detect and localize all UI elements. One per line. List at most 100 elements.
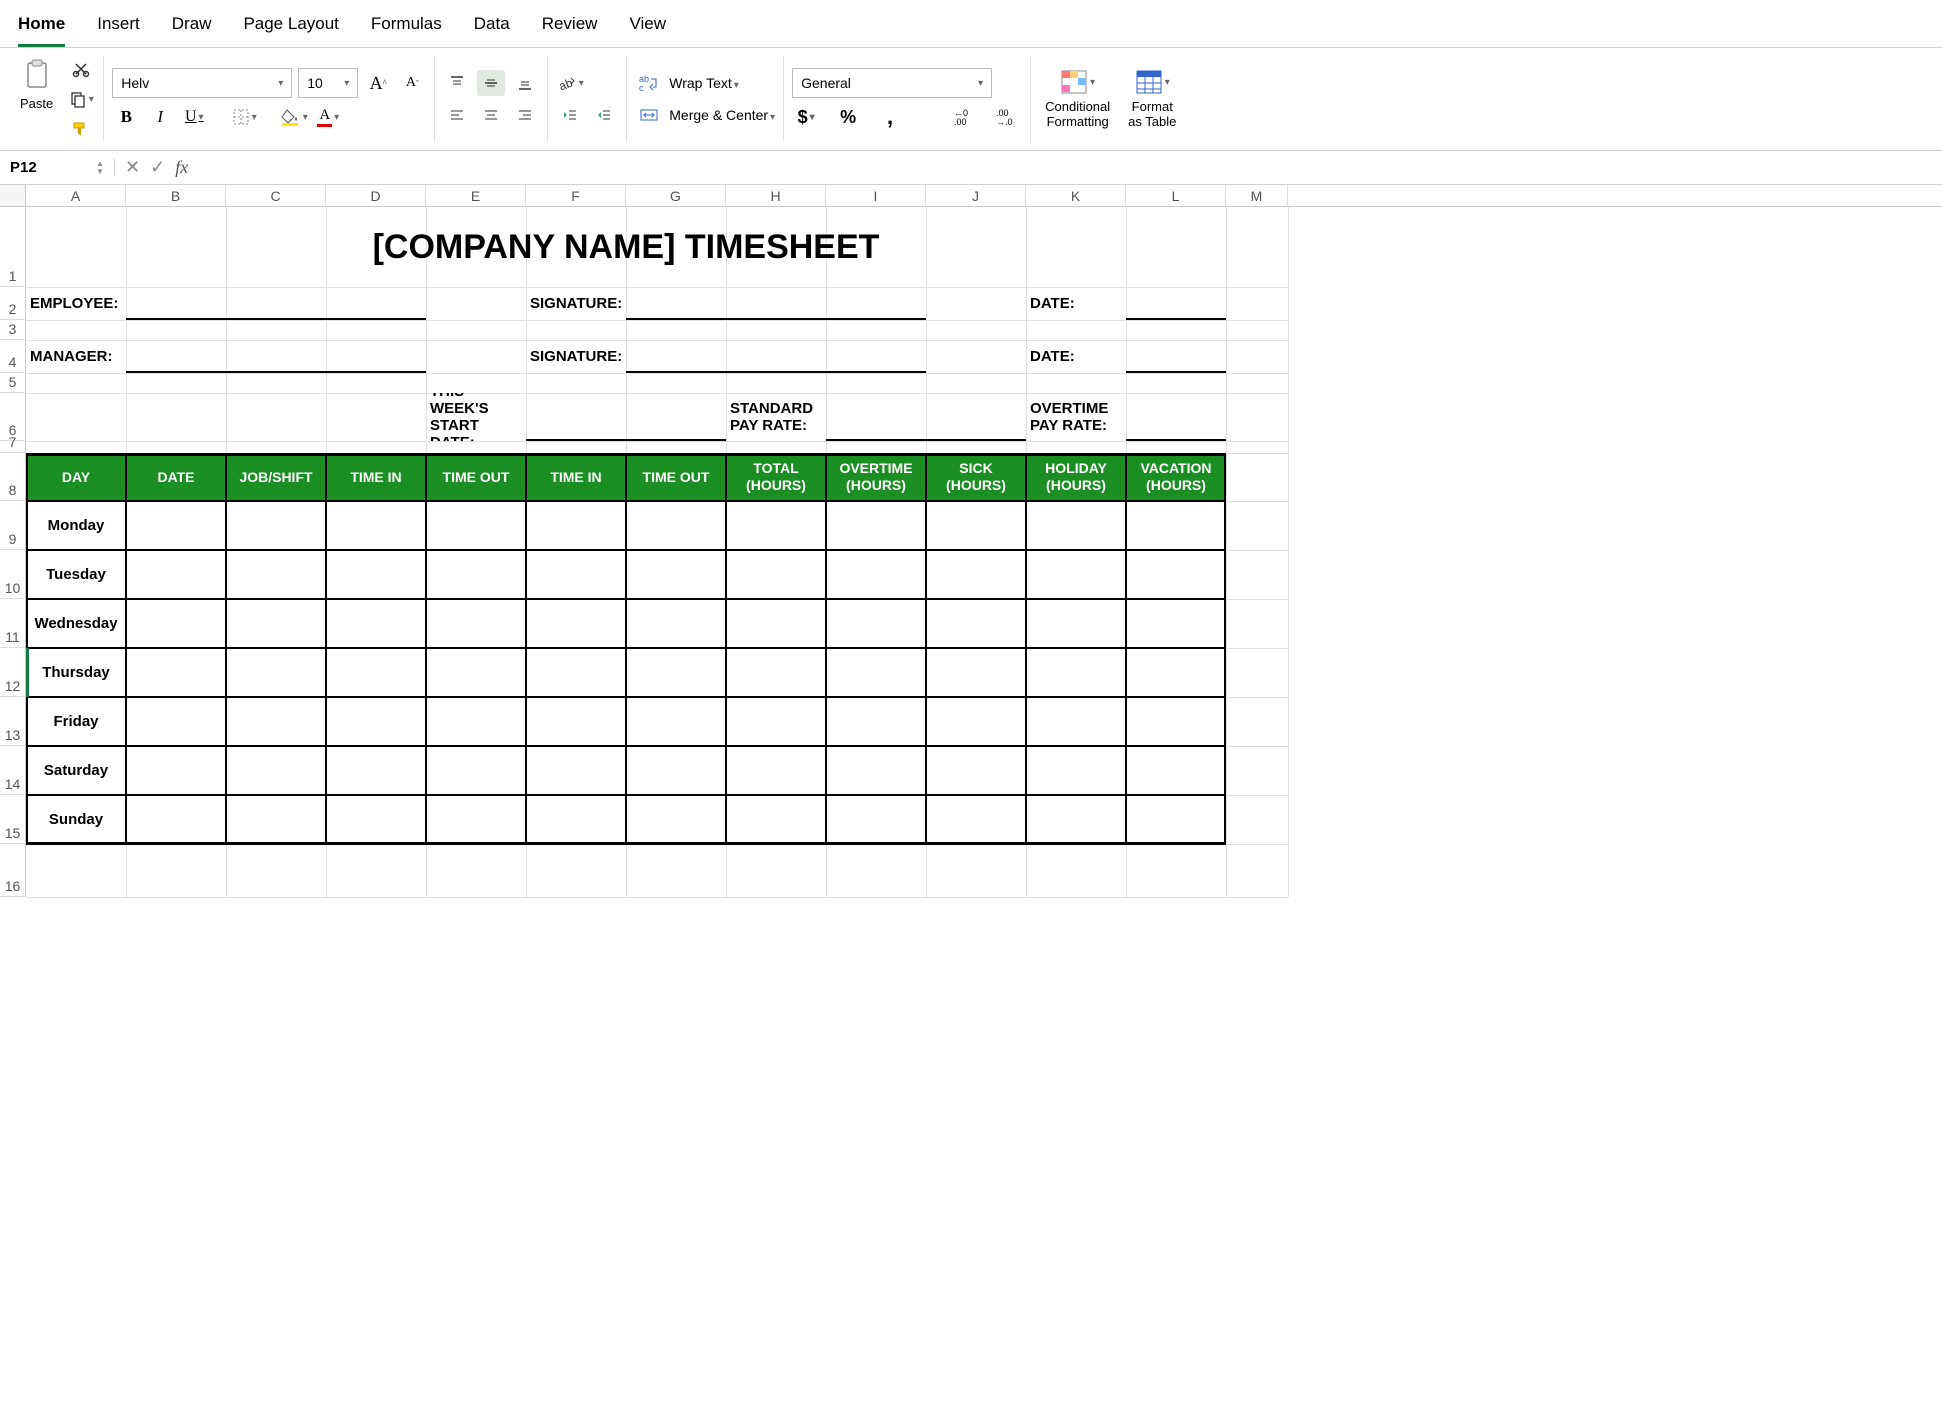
ts-data-cell[interactable] <box>926 746 1026 795</box>
ts-data-cell[interactable] <box>1026 746 1126 795</box>
ts-data-cell[interactable] <box>326 795 426 844</box>
row-header[interactable]: 10 <box>0 550 26 599</box>
ts-data-cell[interactable] <box>526 501 626 550</box>
ts-data-cell[interactable] <box>626 501 726 550</box>
formula-input[interactable] <box>198 151 1942 184</box>
column-header[interactable]: G <box>626 185 726 206</box>
ts-data-cell[interactable] <box>126 599 226 648</box>
ts-data-cell[interactable] <box>1026 697 1126 746</box>
ts-data-cell[interactable] <box>326 599 426 648</box>
column-header[interactable]: E <box>426 185 526 206</box>
ts-data-cell[interactable] <box>926 697 1026 746</box>
ts-data-cell[interactable] <box>326 746 426 795</box>
ts-data-cell[interactable] <box>426 795 526 844</box>
ts-data-cell[interactable] <box>126 697 226 746</box>
align-center-button[interactable] <box>477 102 505 128</box>
ts-data-cell[interactable] <box>1026 501 1126 550</box>
orientation-button[interactable]: ab <box>556 70 584 96</box>
column-header[interactable]: C <box>226 185 326 206</box>
ts-data-cell[interactable] <box>1026 550 1126 599</box>
ts-data-cell[interactable] <box>426 599 526 648</box>
row-header[interactable]: 13 <box>0 697 26 746</box>
ts-data-cell[interactable] <box>926 599 1026 648</box>
ts-data-cell[interactable] <box>1026 599 1126 648</box>
ts-data-cell[interactable] <box>1126 746 1226 795</box>
ts-data-cell[interactable] <box>226 697 326 746</box>
spreadsheet-grid[interactable]: ABCDEFGHIJKLM 12345678910111213141516 [C… <box>0 185 1942 897</box>
row-header[interactable]: 9 <box>0 501 26 550</box>
cut-button[interactable] <box>67 56 95 82</box>
field-signature-1[interactable] <box>626 287 926 320</box>
row-header[interactable]: 5 <box>0 373 26 393</box>
ts-data-cell[interactable] <box>626 599 726 648</box>
ts-data-cell[interactable] <box>726 648 826 697</box>
ts-data-cell[interactable] <box>526 697 626 746</box>
row-header[interactable]: 15 <box>0 795 26 844</box>
ts-data-cell[interactable] <box>226 648 326 697</box>
ts-data-cell[interactable] <box>326 697 426 746</box>
field-date-2[interactable] <box>1126 340 1226 373</box>
align-right-button[interactable] <box>511 102 539 128</box>
column-header[interactable]: M <box>1226 185 1288 206</box>
decrease-decimal-button[interactable]: .00→.0 <box>994 104 1022 130</box>
column-header[interactable]: F <box>526 185 626 206</box>
ts-data-cell[interactable] <box>126 746 226 795</box>
ts-data-cell[interactable] <box>1126 795 1226 844</box>
fill-color-button[interactable] <box>280 104 308 130</box>
row-header[interactable]: 12 <box>0 648 26 697</box>
row-header[interactable]: 14 <box>0 746 26 795</box>
tab-review[interactable]: Review <box>542 10 598 47</box>
ts-data-cell[interactable] <box>1126 550 1226 599</box>
ts-data-cell[interactable] <box>526 648 626 697</box>
ts-data-cell[interactable] <box>426 648 526 697</box>
ts-data-cell[interactable] <box>726 550 826 599</box>
paste-button[interactable]: Paste <box>14 56 59 113</box>
field-date-1[interactable] <box>1126 287 1226 320</box>
ts-data-cell[interactable] <box>726 795 826 844</box>
ts-data-cell[interactable] <box>626 697 726 746</box>
format-as-table-button[interactable]: ▾ Format as Table <box>1122 67 1182 131</box>
ts-data-cell[interactable] <box>926 550 1026 599</box>
font-size-combo[interactable]: 10▾ <box>298 68 358 98</box>
row-header[interactable]: 8 <box>0 453 26 501</box>
underline-button[interactable]: U <box>180 104 208 130</box>
align-top-button[interactable] <box>443 70 471 96</box>
ts-data-cell[interactable] <box>326 648 426 697</box>
ts-data-cell[interactable] <box>926 501 1026 550</box>
ts-data-cell[interactable] <box>726 501 826 550</box>
italic-button[interactable]: I <box>146 104 174 130</box>
field-ot-rate[interactable] <box>1126 393 1226 441</box>
ts-data-cell[interactable] <box>726 697 826 746</box>
column-header[interactable]: B <box>126 185 226 206</box>
font-name-combo[interactable]: Helv▾ <box>112 68 292 98</box>
wrap-text-button[interactable]: Wrap Text <box>669 75 739 91</box>
ts-data-cell[interactable] <box>826 746 926 795</box>
ts-data-cell[interactable] <box>626 550 726 599</box>
ts-data-cell[interactable] <box>626 795 726 844</box>
column-header[interactable]: H <box>726 185 826 206</box>
merge-center-button[interactable]: Merge & Center <box>669 107 775 123</box>
ts-data-cell[interactable] <box>1126 697 1226 746</box>
ts-data-cell[interactable] <box>326 550 426 599</box>
row-header[interactable]: 11 <box>0 599 26 648</box>
fx-icon[interactable]: fx <box>175 157 188 178</box>
currency-button[interactable]: $ <box>792 104 820 130</box>
ts-data-cell[interactable] <box>726 746 826 795</box>
borders-button[interactable] <box>230 104 258 130</box>
ts-data-cell[interactable] <box>526 599 626 648</box>
percent-button[interactable]: % <box>834 104 862 130</box>
ts-data-cell[interactable] <box>1126 501 1226 550</box>
column-header[interactable]: A <box>26 185 126 206</box>
ts-data-cell[interactable] <box>226 501 326 550</box>
tab-data[interactable]: Data <box>474 10 510 47</box>
column-header[interactable]: K <box>1026 185 1126 206</box>
confirm-formula-button[interactable]: ✓ <box>150 157 165 178</box>
tab-draw[interactable]: Draw <box>172 10 212 47</box>
ts-data-cell[interactable] <box>926 648 1026 697</box>
column-header[interactable]: D <box>326 185 426 206</box>
decrease-indent-button[interactable] <box>556 102 584 128</box>
comma-button[interactable]: , <box>876 104 904 130</box>
ts-data-cell[interactable] <box>826 599 926 648</box>
align-left-button[interactable] <box>443 102 471 128</box>
row-header[interactable]: 7 <box>0 441 26 453</box>
